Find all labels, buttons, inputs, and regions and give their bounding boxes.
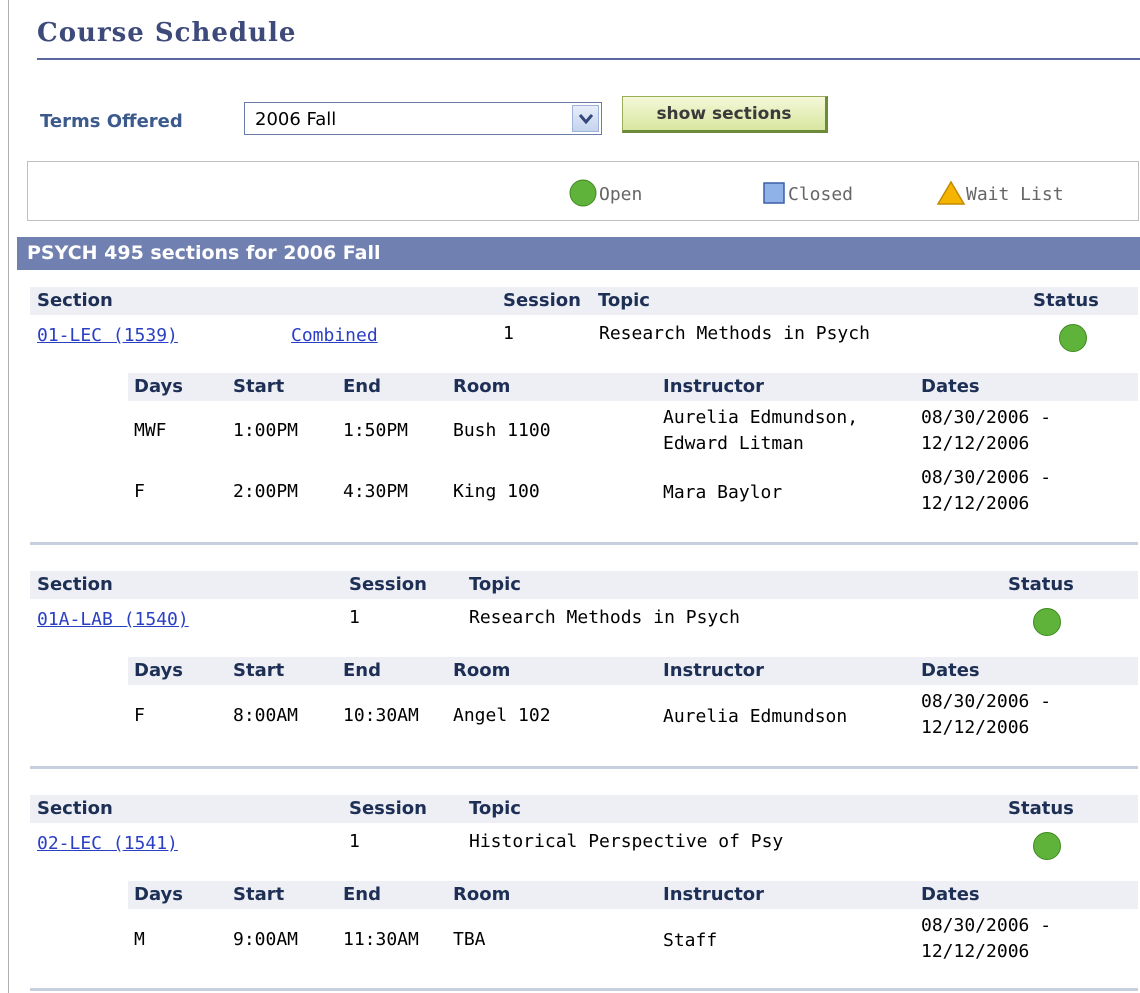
status-col-label: Status <box>1008 798 1074 819</box>
meeting-room: Angel 102 <box>453 705 551 726</box>
dates-col-label: Dates <box>921 376 980 397</box>
days-col-label: Days <box>134 660 183 681</box>
meeting-end-date: 12/12/2006 <box>921 433 1030 454</box>
meeting-instructor: Aurelia Edmundson, <box>663 407 859 428</box>
session-value: 1 <box>503 323 514 344</box>
open-status-icon <box>1033 608 1061 636</box>
status-col-label: Status <box>1008 574 1074 595</box>
room-col-label: Room <box>453 884 511 905</box>
chevron-down-icon[interactable] <box>572 105 599 132</box>
sections-header: PSYCH 495 sections for 2006 Fall <box>17 237 1140 270</box>
section-header-row <box>30 287 1138 315</box>
instructor-col-label: Instructor <box>663 660 765 681</box>
meeting-start-date: 08/30/2006 - <box>921 915 1052 936</box>
instructor-col-label: Instructor <box>663 376 765 397</box>
section-col-label: Section <box>37 574 113 595</box>
meeting-end: 10:30AM <box>343 705 419 726</box>
section-divider <box>30 542 1138 545</box>
meeting-start-date: 08/30/2006 - <box>921 467 1052 488</box>
meeting-start: 9:00AM <box>233 929 299 950</box>
end-col-label: End <box>343 376 381 397</box>
legend-open-label: Open <box>599 184 643 205</box>
section-divider <box>30 988 1138 991</box>
section-col-label: Section <box>37 798 113 819</box>
combined-link[interactable]: Combined <box>291 325 378 346</box>
instructor-col-label: Instructor <box>663 884 765 905</box>
section-header-row <box>30 571 1138 599</box>
open-icon <box>569 179 597 212</box>
section-link[interactable]: 01-LEC (1539) <box>37 325 178 346</box>
legend-closed-label: Closed <box>788 184 854 205</box>
days-col-label: Days <box>134 376 183 397</box>
section-link[interactable]: 01A-LAB (1540) <box>37 609 189 630</box>
meeting-instructor: Mara Baylor <box>663 482 783 503</box>
meeting-days: F <box>134 705 145 726</box>
topic-value: Research Methods in Psych <box>599 323 870 344</box>
meeting-end: 11:30AM <box>343 929 419 950</box>
meeting-start: 1:00PM <box>233 420 299 441</box>
meeting-days: F <box>134 481 145 502</box>
start-col-label: Start <box>233 660 285 681</box>
topic-col-label: Topic <box>469 574 521 595</box>
open-status-icon <box>1033 832 1061 860</box>
meeting-room: King 100 <box>453 481 540 502</box>
meeting-end-date: 12/12/2006 <box>921 493 1030 514</box>
section-header-row <box>30 795 1138 823</box>
end-col-label: End <box>343 660 381 681</box>
frame-border <box>8 0 9 993</box>
topic-value: Research Methods in Psych <box>469 607 740 628</box>
section-col-label: Section <box>37 290 113 311</box>
show-sections-button[interactable]: show sections <box>622 96 828 133</box>
meeting-room: Bush 1100 <box>453 420 551 441</box>
dates-col-label: Dates <box>921 660 980 681</box>
closed-icon <box>763 182 785 209</box>
section-divider <box>30 766 1138 769</box>
legend-waitlist-label: Wait List <box>966 184 1064 205</box>
page-title: Course Schedule <box>37 18 297 48</box>
topic-value: Historical Perspective of Psy <box>469 831 784 852</box>
room-col-label: Room <box>453 660 511 681</box>
end-col-label: End <box>343 884 381 905</box>
topic-col-label: Topic <box>469 798 521 819</box>
warning-triangle-icon <box>936 180 966 211</box>
status-legend: Open Closed Wait List <box>27 161 1139 221</box>
session-col-label: Session <box>349 574 427 595</box>
terms-offered-label: Terms Offered <box>40 111 183 132</box>
title-rule <box>37 58 1140 60</box>
meeting-days: MWF <box>134 420 167 441</box>
meeting-start: 2:00PM <box>233 481 299 502</box>
meeting-start-date: 08/30/2006 - <box>921 691 1052 712</box>
days-col-label: Days <box>134 884 183 905</box>
start-col-label: Start <box>233 376 285 397</box>
meeting-instructor: Staff <box>663 930 718 951</box>
meeting-end-date: 12/12/2006 <box>921 717 1030 738</box>
meeting-instructor: Edward Litman <box>663 433 804 454</box>
open-status-icon <box>1059 324 1087 352</box>
terms-select[interactable]: 2006 Fall <box>244 102 602 135</box>
meeting-start-date: 08/30/2006 - <box>921 407 1052 428</box>
meeting-start: 8:00AM <box>233 705 299 726</box>
session-value: 1 <box>349 607 360 628</box>
session-col-label: Session <box>503 290 581 311</box>
session-col-label: Session <box>349 798 427 819</box>
topic-col-label: Topic <box>598 290 650 311</box>
section-link[interactable]: 02-LEC (1541) <box>37 833 178 854</box>
room-col-label: Room <box>453 376 511 397</box>
meeting-end-date: 12/12/2006 <box>921 941 1030 962</box>
terms-select-value: 2006 Fall <box>255 109 337 130</box>
meeting-days: M <box>134 929 145 950</box>
meeting-instructor: Aurelia Edmundson <box>663 706 848 727</box>
meeting-end: 1:50PM <box>343 420 409 441</box>
start-col-label: Start <box>233 884 285 905</box>
meeting-end: 4:30PM <box>343 481 409 502</box>
session-value: 1 <box>349 831 360 852</box>
meeting-room: TBA <box>453 929 486 950</box>
status-col-label: Status <box>1033 290 1099 311</box>
dates-col-label: Dates <box>921 884 980 905</box>
